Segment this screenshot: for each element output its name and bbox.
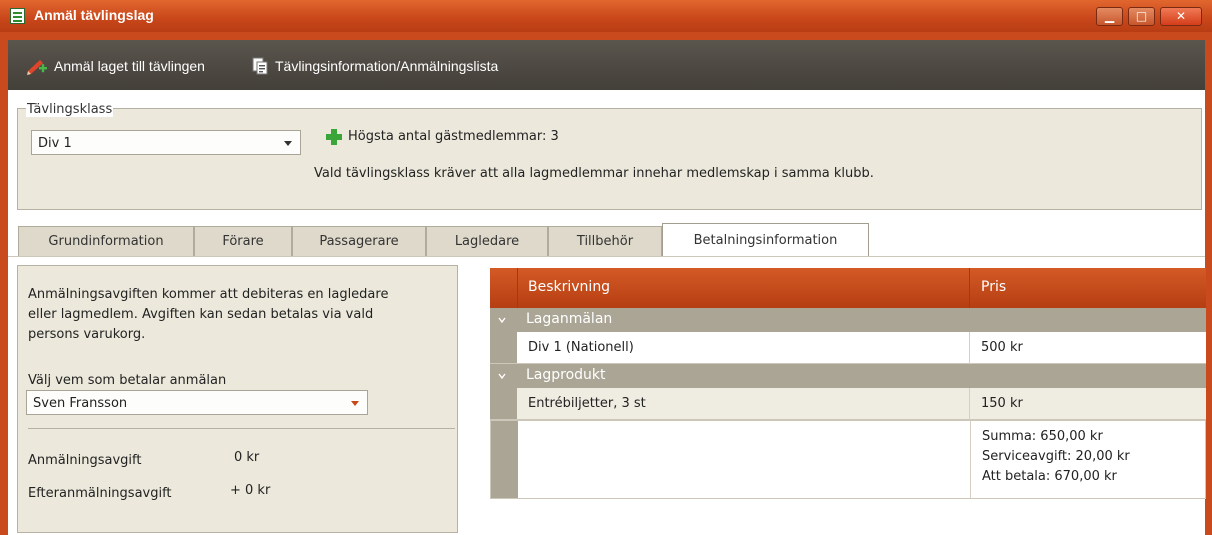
application-window: Anmäl tävlingslag ▁ □ ✕ Anmäl laget till… [0,0,1212,535]
title-bar[interactable]: Anmäl tävlingslag ▁ □ ✕ [0,0,1212,32]
payment-info-line-2: eller lagmedlem. Avgiften kan sedan beta… [28,307,374,322]
tab-tillbehor[interactable]: Tillbehör [548,226,662,256]
payment-info-line-1: Anmälningsavgiften kommer att debiteras … [28,287,389,302]
competition-info-label: Tävlingsinformation/Anmälningslista [275,58,499,74]
minimize-button[interactable]: ▁ [1096,7,1123,26]
maximize-button[interactable]: □ [1128,7,1155,26]
form-icon [10,8,25,24]
payer-select[interactable]: Sven Fransson [26,390,368,415]
summary-row: Summa: 650,00 kr Serviceavgift: 20,00 kr… [490,420,1206,499]
tab-divider [8,256,1205,257]
document-list-icon [252,57,268,75]
fee-value: 0 kr [234,450,260,465]
register-team-label: Anmäl laget till tävlingen [54,58,205,74]
competition-class-label: Tävlingsklass [26,102,114,117]
close-button[interactable]: ✕ [1160,7,1202,26]
tab-betalningsinformation[interactable]: Betalningsinformation [662,223,869,257]
row-description: Entrébiljetter, 3 st [528,396,646,411]
competition-info-button[interactable]: Tävlingsinformation/Anmälningslista [251,55,498,77]
chevron-down-icon[interactable] [498,372,506,380]
chevron-down-icon[interactable] [498,316,506,324]
max-guests-text: Högsta antal gästmedlemmar: 3 [348,129,559,144]
row-price: 500 kr [981,340,1023,355]
group-row-lagprodukt[interactable]: Lagprodukt [490,364,1206,388]
window-content: Anmäl laget till tävlingen Tävlingsinfor… [8,40,1206,535]
register-team-button[interactable]: Anmäl laget till tävlingen [26,55,205,77]
chevron-down-icon [351,401,359,406]
tab-grundinformation[interactable]: Grundinformation [18,226,194,256]
late-fee-value: + 0 kr [230,483,271,498]
late-fee-label: Efteranmälningsavgift [28,486,172,501]
column-header-description[interactable]: Beskrivning [528,279,610,295]
payment-info-line-3: persons varukorg. [28,327,146,342]
summary-to-pay: Att betala: 670,00 kr [982,469,1117,484]
group-name: Lagprodukt [526,367,606,383]
membership-requirement-text: Vald tävlingsklass kräver att alla lagme… [314,166,874,181]
tab-lagledare[interactable]: Lagledare [426,226,548,256]
row-price: 150 kr [981,396,1023,411]
table-row[interactable]: Entrébiljetter, 3 st 150 kr [490,388,1206,420]
payer-value: Sven Fransson [33,396,128,411]
add-icon [326,129,342,145]
column-header-price[interactable]: Pris [981,279,1006,295]
group-row-laganmalan[interactable]: Laganmälan [490,308,1206,332]
tab-passagerare[interactable]: Passagerare [292,226,426,256]
summary-service-fee: Serviceavgift: 20,00 kr [982,449,1130,464]
table-row[interactable]: Div 1 (Nationell) 500 kr [490,332,1206,364]
chevron-down-icon [284,141,292,146]
competition-class-group [17,108,1202,210]
summary-total: Summa: 650,00 kr [982,429,1103,444]
pen-add-icon [27,60,47,75]
competition-class-value: Div 1 [38,136,72,151]
toolbar: Anmäl laget till tävlingen Tävlingsinfor… [8,40,1205,90]
window-title: Anmäl tävlingslag [34,7,154,23]
row-description: Div 1 (Nationell) [528,340,634,355]
divider [28,428,455,429]
competition-class-select[interactable]: Div 1 [31,130,301,155]
price-table: Beskrivning Pris Laganmälan Div 1 (Natio… [490,268,1206,503]
tab-forare[interactable]: Förare [194,226,292,256]
table-header: Beskrivning Pris [490,268,1206,308]
payer-label: Välj vem som betalar anmälan [28,373,227,388]
group-name: Laganmälan [526,311,613,327]
fee-label: Anmälningsavgift [28,453,142,468]
